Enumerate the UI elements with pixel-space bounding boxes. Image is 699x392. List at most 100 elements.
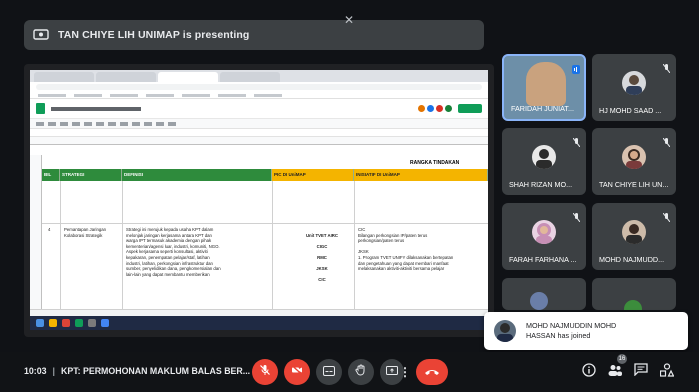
present-screen-icon <box>32 28 50 42</box>
microphone-toggle-button[interactable] <box>252 359 278 385</box>
meeting-title: KPT: PERMOHONAN MAKLUM BALAS BER... <box>60 366 251 376</box>
pic-item: CIGC <box>316 243 328 249</box>
info-icon <box>582 362 596 382</box>
participant-tile[interactable]: TAN CHIYE LIH UN... <box>592 128 676 195</box>
spreadsheet-grid: RANGKA TINDAKAN BIL STRATEGI DEFINISI PI… <box>30 155 488 315</box>
participant-tile[interactable] <box>592 278 676 310</box>
browser-tab <box>220 72 280 82</box>
people-button[interactable] <box>606 364 624 380</box>
header-strategi: STRATEGI <box>60 169 122 181</box>
joined-participant-avatar <box>494 320 516 342</box>
mic-off-icon <box>662 134 671 148</box>
join-notification: MOHD NAJMUDDIN MOHD HASSAN has joined <box>484 312 688 350</box>
hand-icon <box>355 363 367 381</box>
sheet-banner-title: RANGKA TINDAKAN <box>410 160 460 166</box>
raise-hand-button[interactable] <box>348 359 374 385</box>
avatar <box>622 71 646 95</box>
document-title <box>51 106 141 111</box>
header-pic: PIC DI UniMAP <box>272 169 354 181</box>
avatar <box>530 292 548 310</box>
participant-name: FARAH FARHANA ... <box>509 255 577 264</box>
shared-browser-window: RANGKA TINDAKAN BIL STRATEGI DEFINISI PI… <box>30 70 488 330</box>
more-vert-icon: ⋮ <box>399 365 411 379</box>
participant-name: TAN CHIYE LIH UN... <box>599 180 669 189</box>
avatar <box>532 145 556 169</box>
participant-video-feed <box>526 62 566 106</box>
mic-off-icon <box>662 209 671 223</box>
collaborator-avatars <box>418 104 482 113</box>
mic-off-icon <box>572 209 581 223</box>
mic-off-icon <box>662 60 671 74</box>
present-screen-icon <box>386 363 398 381</box>
people-icon <box>608 363 622 381</box>
shared-screen: RANGKA TINDAKAN BIL STRATEGI DEFINISI PI… <box>24 64 494 337</box>
join-message-line: MOHD NAJMUDDIN MOHD <box>526 321 617 330</box>
browser-tabs <box>30 70 488 82</box>
chat-icon <box>634 363 648 381</box>
participant-name: MOHD NAJMUDD... <box>599 255 665 264</box>
address-bar <box>30 82 488 92</box>
pic-item: JKSK <box>316 266 328 272</box>
pic-item: CIC <box>318 277 326 283</box>
presenting-banner: TAN CHIYE LIH UNIMAP is presenting <box>24 20 484 50</box>
meeting-details-button[interactable] <box>580 362 598 382</box>
presenting-text: TAN CHIYE LIH UNIMAP is presenting <box>58 29 250 41</box>
close-icon[interactable]: ✕ <box>344 13 354 27</box>
cell-strategi: Pemantapan Jaringan Kolaborasi Strategik <box>64 227 107 238</box>
meeting-info: 10:03 | KPT: PERMOHONAN MAKLUM BALAS BER..… <box>24 366 251 376</box>
column-divider <box>60 181 61 315</box>
header-inisiatif: INISIATIF DI UniMAP <box>354 169 488 181</box>
browser-tab <box>34 72 94 82</box>
formula-bar <box>30 129 488 137</box>
participant-name: FARIDAH JUNIAT... <box>511 104 574 113</box>
row-headers <box>30 155 42 315</box>
cell-definisi: Strategi ini merujuk kepada usaha KPT da… <box>126 227 221 277</box>
more-options-button[interactable]: ⋮ <box>398 359 412 385</box>
participant-tile[interactable]: SHAH RIZAN MO... <box>502 128 586 195</box>
speaking-icon <box>572 61 580 74</box>
windows-taskbar <box>30 316 488 330</box>
cell-inisiatif: CIC Bilangan perkongsian IP/paten terus … <box>358 227 454 272</box>
cell-row-number: 4 <box>48 227 51 232</box>
captions-icon <box>323 363 335 381</box>
participant-name: HJ MOHD SAAD ... <box>599 106 662 115</box>
captions-button[interactable] <box>316 359 342 385</box>
sheets-toolbar <box>30 119 488 129</box>
avatar <box>622 220 646 244</box>
column-divider <box>122 181 123 315</box>
meet-window: TAN CHIYE LIH UNIMAP is presenting ✕ RAN… <box>0 0 699 392</box>
participant-tile[interactable] <box>502 278 586 310</box>
avatar <box>624 300 642 310</box>
row-divider <box>42 223 488 224</box>
participant-name: SHAH RIZAN MO... <box>509 180 573 189</box>
participant-tile[interactable]: MOHD NAJMUDD... <box>592 203 676 270</box>
activities-button[interactable] <box>658 362 676 382</box>
header-definisi: DEFINISI <box>122 169 272 181</box>
sheets-logo-icon <box>36 103 45 114</box>
leave-call-button[interactable] <box>416 359 448 385</box>
mic-off-icon <box>259 363 271 381</box>
participant-tile-video[interactable]: FARIDAH JUNIAT... <box>502 54 586 121</box>
participant-tile[interactable]: HJ MOHD SAAD ... <box>592 54 676 121</box>
pic-item: RMC <box>317 254 327 260</box>
sheets-share-button <box>458 104 482 113</box>
table-header-row: BIL STRATEGI DEFINISI PIC DI UniMAP INIS… <box>42 169 488 181</box>
join-message: MOHD NAJMUDDIN MOHD HASSAN has joined <box>526 321 616 341</box>
sheets-header <box>30 99 488 119</box>
cell-pic: Unit TVET AIRC CIGC RMC JKSK CIC <box>292 227 352 289</box>
people-count-badge: 16 <box>617 354 627 364</box>
participant-tile[interactable]: FARAH FARHANA ... <box>502 203 586 270</box>
camera-off-icon <box>291 363 303 381</box>
browser-tab-active <box>158 72 218 82</box>
phone-hangup-icon <box>424 363 440 381</box>
mic-off-icon <box>572 134 581 148</box>
avatar <box>532 220 556 244</box>
camera-toggle-button[interactable] <box>284 359 310 385</box>
avatar <box>622 145 646 169</box>
meeting-time: 10:03 <box>24 366 47 376</box>
chat-button[interactable] <box>632 363 650 381</box>
column-divider <box>354 181 355 315</box>
shapes-icon <box>659 362 675 382</box>
sheet-tabs-bar <box>30 309 488 316</box>
header-bil: BIL <box>42 169 60 181</box>
